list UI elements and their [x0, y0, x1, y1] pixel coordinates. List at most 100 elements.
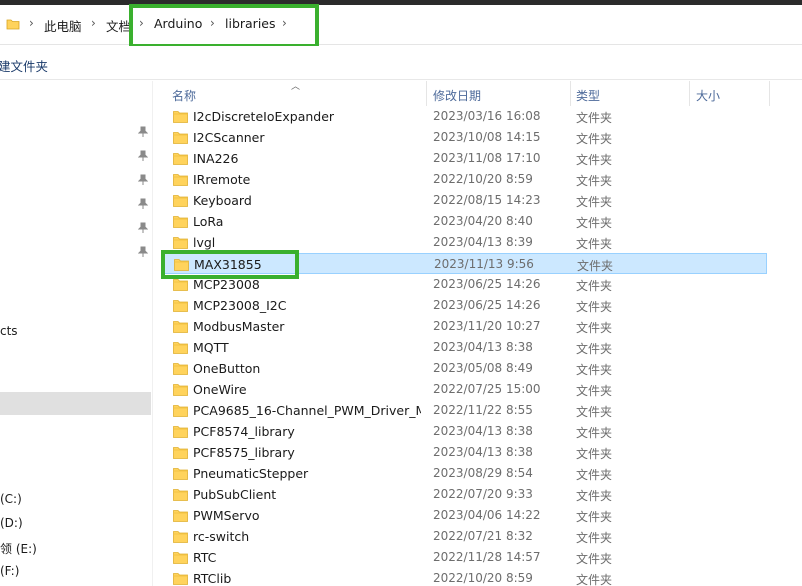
file-date: 2023/04/13 8:39 — [433, 235, 533, 249]
pin-icon[interactable] — [138, 174, 148, 186]
file-type: 文件夹 — [576, 195, 613, 209]
file-row[interactable]: RTClib 2022/10/20 8:59 文件夹 — [163, 568, 767, 586]
file-date: 2022/08/15 14:23 — [433, 193, 541, 207]
file-row[interactable]: MCP23008_I2C 2023/06/25 14:26 文件夹 — [163, 295, 767, 316]
file-date: 2022/11/22 8:55 — [433, 403, 533, 417]
folder-icon — [173, 552, 188, 564]
file-row[interactable]: PCA9685_16-Channel_PWM_Driver_M... 2022/1… — [163, 400, 767, 421]
column-header: ︿ 名称 修改日期 类型 大小 — [163, 81, 802, 106]
folder-icon — [173, 510, 188, 522]
file-row[interactable]: PWMServo 2023/04/06 14:22 文件夹 — [163, 505, 767, 526]
file-row[interactable]: rc-switch 2022/07/21 8:32 文件夹 — [163, 526, 767, 547]
file-row[interactable]: I2CScanner 2023/10/08 14:15 文件夹 — [163, 127, 767, 148]
file-row[interactable]: PubSubClient 2022/07/20 9:33 文件夹 — [163, 484, 767, 505]
address-bar[interactable]: › 此电脑 › 文档 › Arduino › libraries › — [0, 5, 802, 45]
file-name: OneWire — [193, 382, 247, 397]
file-type: 文件夹 — [576, 174, 613, 188]
nav-item-drive-f[interactable]: (F:) — [0, 564, 19, 578]
folder-icon — [173, 468, 188, 480]
file-type: 文件夹 — [576, 573, 613, 586]
folder-icon — [173, 111, 188, 123]
folder-icon — [173, 237, 188, 249]
file-date: 2023/04/06 14:22 — [433, 508, 541, 522]
column-date[interactable]: 修改日期 — [433, 87, 481, 104]
file-row[interactable]: MQTT 2023/04/13 8:38 文件夹 — [163, 337, 767, 358]
folder-icon — [173, 216, 188, 228]
file-type: 文件夹 — [576, 279, 613, 293]
folder-icon — [173, 153, 188, 165]
file-type: 文件夹 — [576, 405, 613, 419]
nav-item-selected[interactable] — [0, 392, 151, 415]
pin-icon[interactable] — [138, 198, 148, 210]
file-name: PubSubClient — [193, 487, 277, 502]
folder-icon — [173, 279, 188, 291]
file-row[interactable]: OneButton 2023/05/08 8:49 文件夹 — [163, 358, 767, 379]
file-name: I2CScanner — [193, 130, 265, 145]
file-name: MCP23008 — [193, 277, 260, 292]
file-date: 2023/11/08 17:10 — [433, 151, 541, 165]
column-divider[interactable] — [769, 81, 770, 106]
folder-icon — [173, 363, 188, 375]
file-type: 文件夹 — [576, 216, 613, 230]
file-row[interactable]: Keyboard 2022/08/15 14:23 文件夹 — [163, 190, 767, 211]
file-date: 2023/11/13 9:56 — [434, 257, 534, 271]
file-type: 文件夹 — [576, 468, 613, 482]
nav-item-drive-e[interactable]: 领 (E:) — [0, 540, 37, 557]
column-divider[interactable] — [426, 81, 427, 106]
file-name: PCA9685_16-Channel_PWM_Driver_M... — [193, 403, 421, 418]
file-name: PWMServo — [193, 508, 260, 523]
pin-icon[interactable] — [138, 222, 148, 234]
file-name: PCF8575_library — [193, 445, 295, 460]
folder-icon — [173, 426, 188, 438]
pin-icon[interactable] — [138, 150, 148, 162]
file-type: 文件夹 — [576, 153, 613, 167]
nav-item-drive-c[interactable]: (C:) — [0, 492, 22, 506]
file-row[interactable]: LoRa 2023/04/20 8:40 文件夹 — [163, 211, 767, 232]
nav-item-objects[interactable]: cts — [0, 324, 18, 338]
file-row[interactable]: PneumaticStepper 2023/08/29 8:54 文件夹 — [163, 463, 767, 484]
file-row[interactable]: RTC 2022/11/28 14:57 文件夹 — [163, 547, 767, 568]
breadcrumb-this-pc[interactable]: 此电脑 — [44, 16, 82, 35]
file-type: 文件夹 — [576, 300, 613, 314]
file-name: rc-switch — [193, 529, 250, 544]
file-row[interactable]: PCF8574_library 2023/04/13 8:38 文件夹 — [163, 421, 767, 442]
highlight-box — [161, 250, 299, 279]
column-divider[interactable] — [689, 81, 690, 106]
file-name: PneumaticStepper — [193, 466, 309, 481]
file-date: 2022/10/20 8:59 — [433, 172, 533, 186]
file-row[interactable]: INA226 2023/11/08 17:10 文件夹 — [163, 148, 767, 169]
column-size[interactable]: 大小 — [696, 87, 720, 104]
column-name[interactable]: 名称 — [172, 87, 196, 104]
pin-icon[interactable] — [138, 246, 148, 258]
file-type: 文件夹 — [576, 132, 613, 146]
new-folder-button[interactable]: 建文件夹 — [0, 56, 48, 75]
nav-item-drive-d[interactable]: (D:) — [0, 516, 23, 530]
folder-icon — [173, 531, 188, 543]
file-row[interactable]: OneWire 2022/07/25 15:00 文件夹 — [163, 379, 767, 400]
file-date: 2022/07/21 8:32 — [433, 529, 533, 543]
breadcrumb-documents[interactable]: 文档 — [106, 16, 131, 35]
file-row[interactable]: ModbusMaster 2023/11/20 10:27 文件夹 — [163, 316, 767, 337]
file-date: 2023/06/25 14:26 — [433, 298, 541, 312]
file-name: ModbusMaster — [193, 319, 285, 334]
file-date: 2022/10/20 8:59 — [433, 571, 533, 585]
column-divider[interactable] — [570, 81, 571, 106]
file-date: 2023/04/13 8:38 — [433, 424, 533, 438]
folder-icon — [173, 489, 188, 501]
folder-icon — [173, 300, 188, 312]
pin-icon[interactable] — [138, 126, 148, 138]
file-date: 2022/07/25 15:00 — [433, 382, 541, 396]
file-row[interactable]: I2cDiscreteIoExpander 2023/03/16 16:08 文件夹 — [163, 106, 767, 127]
file-row[interactable]: IRremote 2022/10/20 8:59 文件夹 — [163, 169, 767, 190]
folder-icon — [173, 405, 188, 417]
file-name: MQTT — [193, 340, 229, 355]
file-type: 文件夹 — [576, 489, 613, 503]
file-type: 文件夹 — [576, 426, 613, 440]
column-type[interactable]: 类型 — [576, 87, 600, 104]
folder-icon — [173, 447, 188, 459]
file-type: 文件夹 — [576, 552, 613, 566]
file-date: 2023/10/08 14:15 — [433, 130, 541, 144]
folder-icon — [173, 195, 188, 207]
file-row[interactable]: PCF8575_library 2023/04/13 8:38 文件夹 — [163, 442, 767, 463]
file-name: INA226 — [193, 151, 239, 166]
